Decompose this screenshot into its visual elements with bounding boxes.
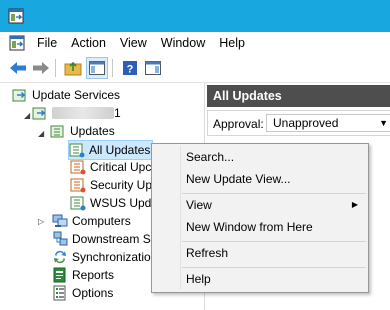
forward-button[interactable] xyxy=(31,58,51,78)
tree-label: Security Up xyxy=(90,178,153,192)
submenu-arrow-icon: ▶ xyxy=(351,200,358,209)
menu-item-view[interactable]: View ▶ xyxy=(152,195,368,215)
tree-label: Options xyxy=(72,286,114,300)
critical-updates-icon xyxy=(70,160,86,175)
tree-label: Critical Upc xyxy=(90,160,152,174)
toolbar: ? xyxy=(0,54,390,83)
menu-item-search[interactable]: Search... xyxy=(152,147,368,167)
options-icon xyxy=(53,285,66,301)
menu-help[interactable]: Help xyxy=(213,36,253,50)
menu-action[interactable]: Action xyxy=(65,36,114,50)
wsus-updates-icon xyxy=(70,196,86,211)
tree-node-update-services[interactable]: Update Services xyxy=(12,86,120,104)
computers-icon xyxy=(52,214,68,227)
menu-bar: File Action View Window Help xyxy=(0,32,390,54)
up-one-level-button[interactable] xyxy=(63,58,83,78)
tree-node-critical-updates[interactable]: Critical Upc xyxy=(70,158,151,176)
updates-folder-icon xyxy=(50,125,64,138)
menu-item-new-update-view[interactable]: New Update View... xyxy=(152,169,368,189)
back-button[interactable] xyxy=(8,58,28,78)
menu-item-new-window[interactable]: New Window from Here xyxy=(152,217,368,237)
context-menu: Search... New Update View... View ▶ New … xyxy=(151,143,369,293)
tree-node-server[interactable]: 1 xyxy=(32,104,121,122)
tree-node-synchronizations[interactable]: Synchronization xyxy=(52,248,157,266)
show-hide-console-tree-button[interactable] xyxy=(86,57,108,79)
menu-window[interactable]: Window xyxy=(155,36,213,50)
menu-separator xyxy=(182,241,366,242)
console-app-icon[interactable] xyxy=(8,8,24,24)
synchronization-icon xyxy=(54,250,66,264)
approval-dropdown[interactable]: Unapproved ▼ xyxy=(266,114,390,132)
console-tree-icon xyxy=(89,61,105,75)
downstream-servers-icon xyxy=(53,231,68,246)
menu-item-label: View xyxy=(186,198,212,212)
tree-node-wsus-updates[interactable]: WSUS Upda xyxy=(70,194,158,212)
title-bar xyxy=(0,0,390,32)
approval-value: Unapproved xyxy=(273,116,339,130)
tree-node-downstream-servers[interactable]: Downstream Se xyxy=(52,230,157,248)
menu-view[interactable]: View xyxy=(114,36,155,50)
menu-file[interactable]: File xyxy=(31,36,65,50)
reports-icon xyxy=(53,267,66,283)
tree-label: WSUS Upda xyxy=(90,196,159,210)
toolbar-separator xyxy=(112,59,113,77)
svg-text:?: ? xyxy=(127,64,134,76)
tree-label: Synchronization xyxy=(72,250,158,264)
collapse-arrow-icon[interactable]: ◢ xyxy=(24,111,30,120)
tree-node-options[interactable]: Options xyxy=(52,284,113,302)
expand-arrow-icon[interactable]: ▷ xyxy=(38,217,44,226)
help-book-icon: ? xyxy=(123,61,137,76)
approval-label: Approval: xyxy=(213,117,264,131)
chevron-down-icon: ▼ xyxy=(379,118,388,128)
menu-item-refresh[interactable]: Refresh xyxy=(152,243,368,263)
tree-node-updates[interactable]: Updates xyxy=(50,122,115,140)
pane-title: All Updates xyxy=(207,85,390,107)
folder-up-icon xyxy=(64,61,82,76)
menu-item-help[interactable]: Help xyxy=(152,269,368,289)
menu-separator xyxy=(182,267,366,268)
redacted-server-name xyxy=(52,107,114,119)
back-arrow-icon xyxy=(10,62,26,74)
tree-label: Update Services xyxy=(32,88,121,102)
tree-node-reports[interactable]: Reports xyxy=(52,266,114,284)
tree-node-security-updates[interactable]: Security Up xyxy=(70,176,152,194)
action-pane-icon xyxy=(145,61,161,75)
forward-arrow-icon xyxy=(33,62,49,74)
console-menu-icon[interactable] xyxy=(9,35,25,51)
tree-label: Updates xyxy=(70,124,115,138)
tree-label: 1 xyxy=(114,106,121,120)
security-updates-icon xyxy=(70,178,86,193)
show-action-pane-button[interactable] xyxy=(143,58,163,78)
filter-bar: Approval: Unapproved ▼ xyxy=(207,110,390,136)
menu-separator xyxy=(182,193,366,194)
tree-node-computers[interactable]: Computers xyxy=(52,212,131,230)
tree-node-all-updates[interactable]: All Updates xyxy=(68,140,154,160)
help-button[interactable]: ? xyxy=(120,58,140,78)
collapse-arrow-icon[interactable]: ◢ xyxy=(38,129,44,138)
update-view-icon xyxy=(69,143,85,158)
tree-label: All Updates xyxy=(89,143,151,157)
toolbar-separator xyxy=(55,59,56,77)
tree-label: Downstream Se xyxy=(72,232,158,246)
tree-label: Reports xyxy=(72,268,115,282)
tree-label: Computers xyxy=(72,214,131,228)
update-services-icon xyxy=(12,89,26,102)
server-icon xyxy=(32,107,46,120)
